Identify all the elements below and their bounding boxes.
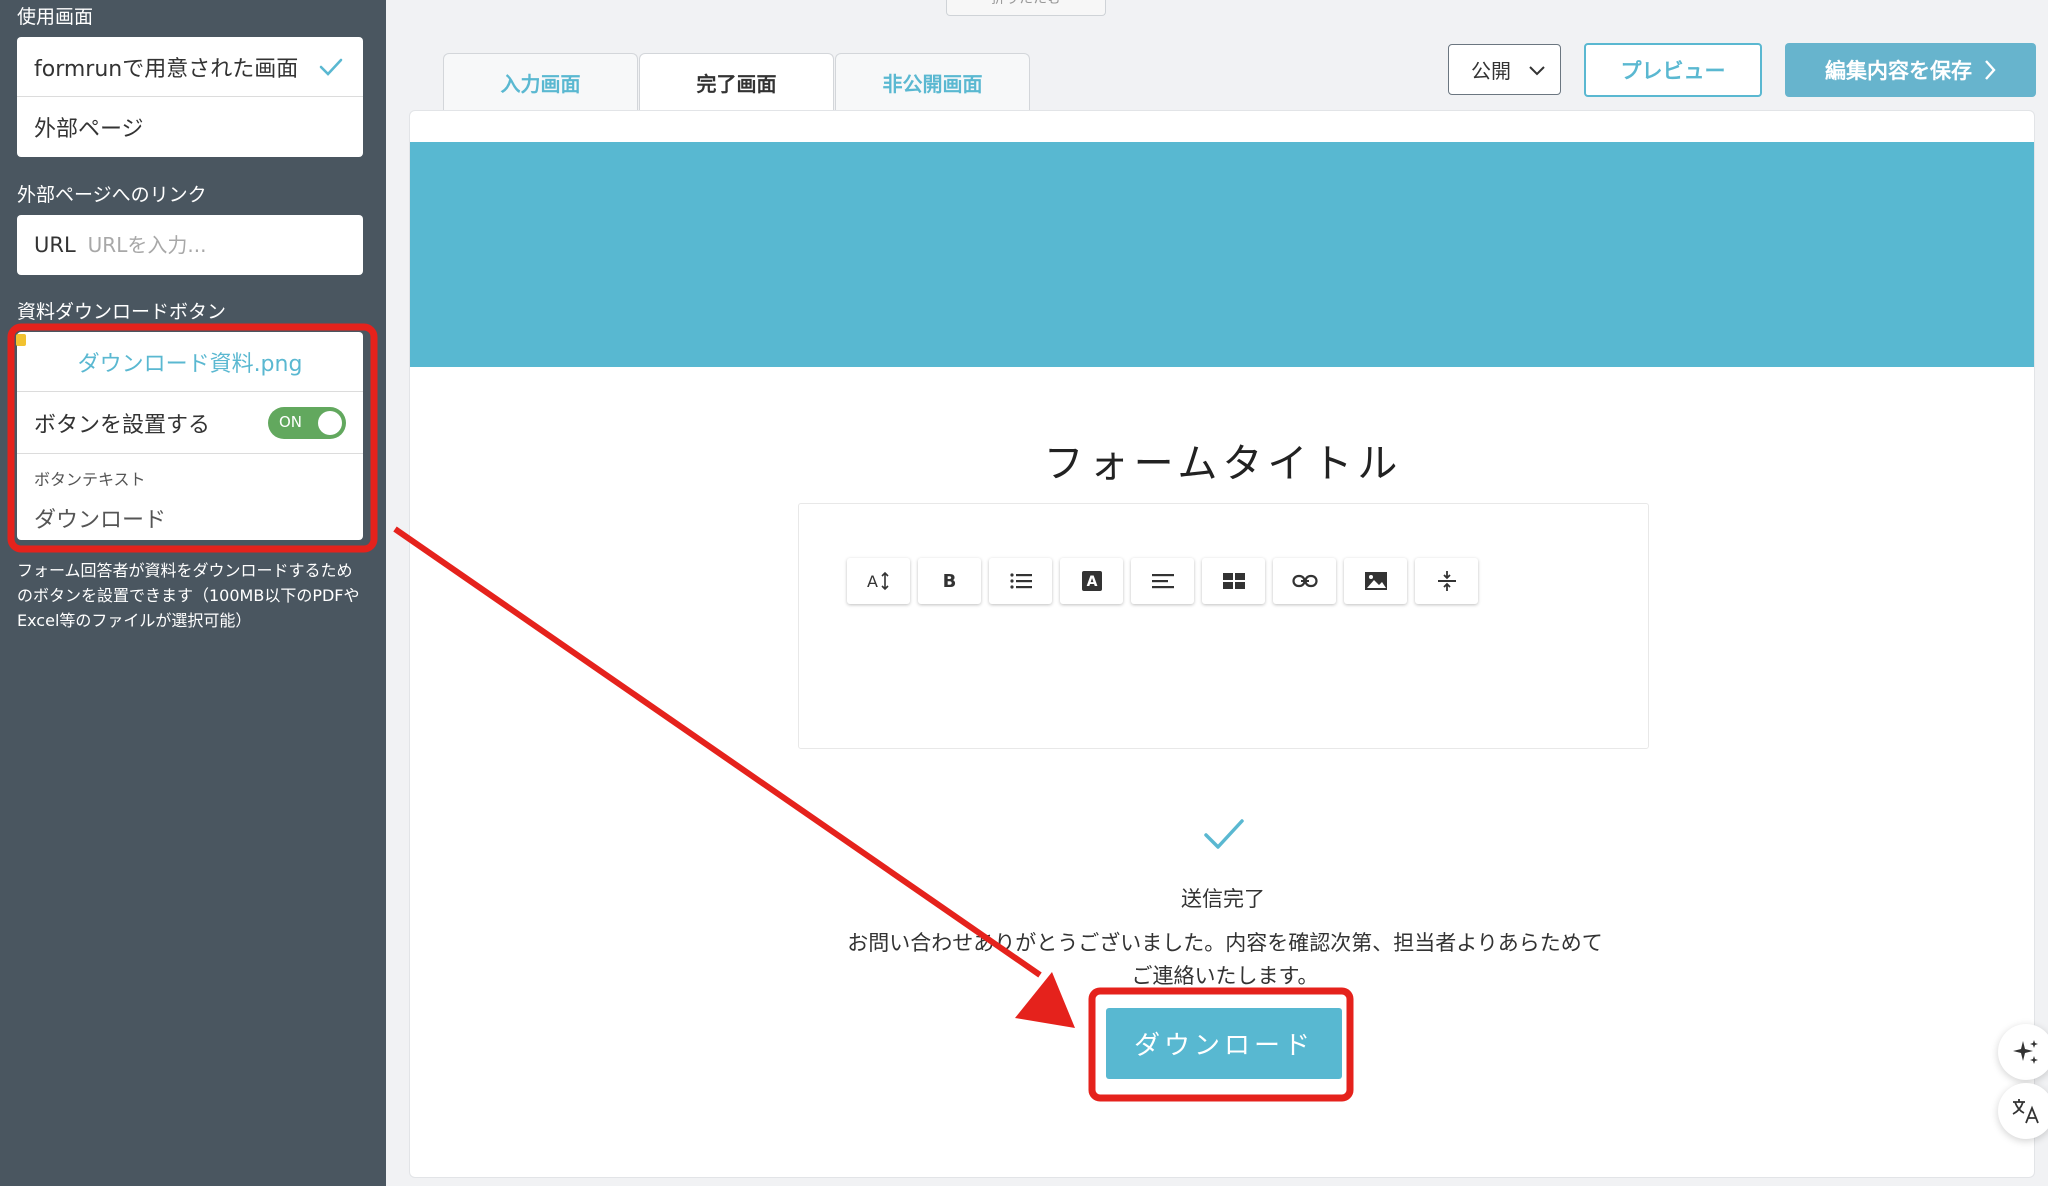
tab-complete-screen[interactable]: 完了画面 — [639, 53, 834, 111]
url-field-card: URL — [17, 215, 363, 275]
editor-toolbar: A B A — [847, 558, 1486, 604]
marker-dot — [16, 334, 26, 346]
text-color-icon[interactable]: A — [1060, 558, 1123, 604]
preview-button[interactable]: プレビュー — [1584, 43, 1762, 97]
divider-icon[interactable] — [1415, 558, 1478, 604]
chevron-down-icon — [1529, 66, 1545, 76]
tab-input-screen[interactable]: 入力画面 — [443, 53, 638, 110]
align-icon[interactable] — [1131, 558, 1194, 604]
button-text-label: ボタンテキスト — [34, 470, 146, 489]
completion-title: 送信完了 — [1181, 887, 1265, 911]
save-button-label: 編集内容を保存 — [1825, 59, 1972, 83]
ai-sparkle-button[interactable] — [1998, 1024, 2048, 1080]
settings-sidebar: 使用画面 formrunで用意された画面 外部ページ 外部ページへのリンク UR… — [0, 0, 386, 1186]
screen-tabs: 入力画面 完了画面 非公開画面 — [443, 53, 1031, 111]
check-icon — [319, 58, 343, 76]
toggle-knob — [318, 410, 342, 435]
completion-message: お問い合わせありがとうございました。内容を確認次第、担当者よりあらためてご連絡い… — [847, 931, 1603, 988]
download-help-text: フォーム回答者が資料をダウンロードするためのボタンを設置できます（100MB以下… — [17, 561, 360, 630]
translate-button[interactable] — [1998, 1083, 2048, 1139]
translate-icon — [2012, 1099, 2039, 1124]
url-prefix: URL — [34, 233, 76, 257]
sparkle-icon — [2013, 1040, 2038, 1064]
list-icon[interactable] — [989, 558, 1052, 604]
svg-text:A: A — [867, 572, 878, 591]
toggle-state-text: ON — [279, 412, 303, 431]
place-button-label: ボタンを設置する — [34, 412, 211, 438]
usage-screen-options: formrunで用意された画面 外部ページ — [17, 37, 363, 157]
font-size-icon[interactable]: A — [847, 558, 910, 604]
save-button[interactable]: 編集内容を保存 — [1785, 43, 2036, 97]
button-text-field[interactable]: ボタンテキスト ダウンロード — [17, 454, 363, 540]
usage-screen-label: 使用画面 — [17, 6, 94, 28]
check-icon — [1204, 819, 1244, 849]
rich-text-editor[interactable]: A B A — [798, 503, 1649, 749]
publish-status-select[interactable]: 公開 — [1448, 44, 1561, 95]
url-input[interactable] — [87, 233, 338, 257]
publish-status-value: 公開 — [1471, 59, 1511, 83]
external-link-label: 外部ページへのリンク — [17, 184, 207, 206]
option-external-page-label: 外部ページ — [34, 117, 144, 142]
place-button-toggle[interactable]: ON — [268, 406, 346, 439]
download-file-link[interactable]: ダウンロード資料.png — [17, 332, 363, 392]
option-formrun-screen[interactable]: formrunで用意された画面 — [17, 37, 363, 97]
link-icon[interactable] — [1273, 558, 1336, 604]
place-button-row: ボタンを設置する ON — [17, 392, 363, 454]
tab-private-screen[interactable]: 非公開画面 — [835, 53, 1030, 110]
bold-glyph: B — [942, 570, 957, 592]
option-formrun-screen-label: formrunで用意された画面 — [34, 56, 299, 82]
chevron-right-icon — [1985, 60, 1996, 80]
download-button-section-label: 資料ダウンロードボタン — [17, 301, 227, 323]
download-button[interactable]: ダウンロード — [1106, 1008, 1342, 1079]
text-color-glyph: A — [1086, 574, 1097, 590]
collapse-tab[interactable]: 折りたたむ — [946, 0, 1106, 16]
form-title[interactable]: フォームタイトル — [410, 431, 2034, 489]
option-external-page[interactable]: 外部ページ — [17, 97, 363, 157]
completion-screen-preview: フォームタイトル A B A 送信完了 お問い合わせありがとうございました。内容… — [409, 110, 2035, 1178]
download-button-settings: ダウンロード資料.png ボタンを設置する ON ボタンテキスト ダウンロード — [17, 332, 363, 540]
button-text-value: ダウンロード — [34, 508, 167, 533]
header-banner[interactable] — [410, 142, 2034, 367]
table-icon[interactable] — [1202, 558, 1265, 604]
bold-icon[interactable]: B — [918, 558, 981, 604]
image-icon[interactable] — [1344, 558, 1407, 604]
